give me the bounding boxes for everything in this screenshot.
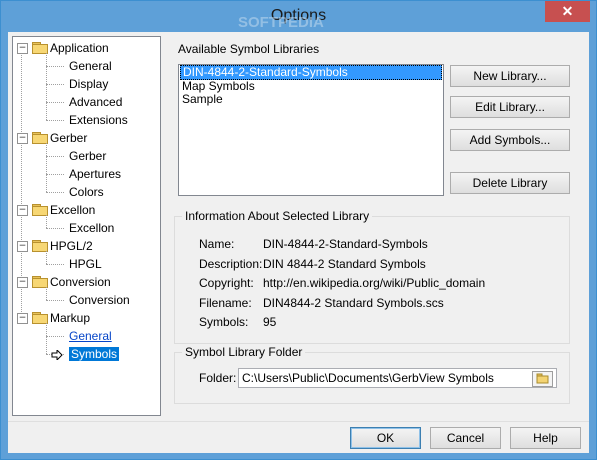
- info-field-label: Description:: [199, 256, 263, 271]
- dialog-client: − Application General Display Advanced Extens…: [8, 32, 589, 453]
- folder-icon: [32, 240, 48, 252]
- info-field-label: Symbols:: [199, 315, 249, 329]
- tree-node-0[interactable]: Application: [50, 39, 109, 57]
- folder-label: Folder:: [199, 371, 237, 385]
- ok-button[interactable]: OK: [350, 427, 421, 449]
- info-field-label: Copyright:: [199, 276, 254, 290]
- collapse-icon[interactable]: −: [17, 277, 28, 288]
- folder-icon: [32, 204, 48, 216]
- tree-node-5[interactable]: Markup: [50, 309, 90, 327]
- tree-connector: [46, 192, 64, 193]
- collapse-icon[interactable]: −: [17, 43, 28, 54]
- library-item[interactable]: Sample: [179, 93, 443, 106]
- tree-item-0-1[interactable]: Display: [69, 75, 108, 93]
- library-list[interactable]: DIN-4844-2-Standard-Symbols Map Symbols Sa…: [178, 64, 444, 196]
- tree-connector: [46, 102, 64, 103]
- folder-icon: [32, 42, 48, 54]
- add-symbols-button[interactable]: Add Symbols...: [450, 129, 570, 151]
- tree-connector: [46, 287, 47, 300]
- tree-item-label: Gerber: [69, 149, 107, 163]
- tree-item-label: Advanced: [69, 95, 123, 109]
- tree-connector: [46, 264, 64, 265]
- tree-connector: [46, 300, 64, 301]
- cancel-button[interactable]: Cancel: [430, 427, 501, 449]
- tree-item-label: Display: [69, 77, 109, 91]
- options-window: Options SOFTPEDIA ✕ − Application General D…: [0, 0, 597, 460]
- tree-connector: [46, 228, 64, 229]
- help-button[interactable]: Help: [510, 427, 581, 449]
- info-field-label: Name:: [199, 237, 235, 251]
- collapse-icon[interactable]: −: [17, 241, 28, 252]
- tree-item-label: Apertures: [69, 167, 122, 181]
- tree-item-label: General: [69, 329, 112, 343]
- info-field-value: 95: [263, 315, 277, 329]
- tree-connector: [46, 143, 47, 192]
- tree-item-label: Conversion: [69, 293, 130, 307]
- collapse-icon[interactable]: −: [17, 205, 28, 216]
- tree-item-3-0[interactable]: HPGL: [69, 255, 102, 273]
- tree-node-4[interactable]: Conversion: [50, 273, 111, 291]
- tree-connector: [46, 120, 64, 121]
- info-field-label: Filename:: [199, 295, 252, 310]
- tree-item-4-0[interactable]: Conversion: [69, 291, 130, 309]
- options-tree[interactable]: − Application General Display Advanced Extens…: [12, 36, 161, 416]
- tree-item-label: Excellon: [69, 221, 115, 235]
- tree-item-5-1[interactable]: Symbols: [69, 345, 120, 363]
- tree-item-5-0[interactable]: General: [69, 327, 112, 345]
- collapse-icon[interactable]: −: [17, 313, 28, 324]
- tree-item-label: General: [69, 59, 112, 73]
- tree-connector: [46, 215, 47, 228]
- watermark: SOFTPEDIA: [238, 14, 324, 31]
- browse-folder-button[interactable]: [532, 371, 553, 387]
- tree-item-1-1[interactable]: Apertures: [69, 165, 121, 183]
- collapse-icon[interactable]: −: [17, 133, 28, 144]
- folder-icon: [32, 312, 48, 324]
- libraries-label: Available Symbol Libraries: [178, 42, 320, 56]
- delete-library-button[interactable]: Delete Library: [450, 172, 570, 194]
- tree-item-2-0[interactable]: Excellon: [69, 219, 114, 237]
- tree-item-0-0[interactable]: General: [69, 57, 112, 75]
- tree-item-label: HPGL: [69, 257, 102, 271]
- tree-connector: [46, 336, 64, 337]
- tree-connector: [46, 174, 64, 175]
- library-info-group: Information About Selected Library Name:…: [174, 209, 570, 344]
- info-field-value: DIN-4844-2-Standard-Symbols: [263, 237, 428, 251]
- library-item[interactable]: DIN-4844-2-Standard-Symbols: [180, 65, 442, 80]
- close-button[interactable]: ✕: [545, 1, 590, 22]
- tree-item-label: Colors: [69, 185, 104, 199]
- arrow-right-icon: [51, 348, 63, 363]
- tree-item-label: Symbols: [69, 347, 120, 361]
- info-field-value: http://en.wikipedia.org/wiki/Public_doma…: [263, 276, 486, 290]
- folder-field[interactable]: C:\Users\Public\Documents\GerbView Symbo…: [238, 368, 557, 388]
- tree-connector: [46, 323, 47, 354]
- tree-node-2[interactable]: Excellon: [50, 201, 95, 219]
- title-bar[interactable]: Options SOFTPEDIA ✕: [1, 1, 596, 32]
- tree-node-3[interactable]: HPGL/2: [50, 237, 93, 255]
- tree-item-0-2[interactable]: Advanced: [69, 93, 122, 111]
- folder-icon: [32, 132, 48, 144]
- folder-value: C:\Users\Public\Documents\GerbView Symbo…: [242, 371, 494, 385]
- tree-item-0-3[interactable]: Extensions: [69, 111, 128, 129]
- folder-group-label: Symbol Library Folder: [182, 345, 306, 359]
- folder-group: Symbol Library Folder Folder: C:\Users\P…: [174, 345, 570, 404]
- tree-node-1[interactable]: Gerber: [50, 129, 87, 147]
- new-library-button[interactable]: New Library...: [450, 65, 570, 87]
- dialog-footer: OK Cancel Help: [8, 421, 589, 453]
- folder-browse-icon: [536, 373, 549, 384]
- tree-item-1-0[interactable]: Gerber: [69, 147, 106, 165]
- info-field-value: DIN4844-2 Standard Symbols.scs: [263, 295, 444, 310]
- info-field-value: DIN 4844-2 Standard Symbols: [263, 256, 426, 271]
- folder-icon: [32, 276, 48, 288]
- tree-connector: [46, 251, 47, 264]
- tree-connector: [46, 84, 64, 85]
- edit-library-button[interactable]: Edit Library...: [450, 96, 570, 118]
- tree-item-1-2[interactable]: Colors: [69, 183, 104, 201]
- tree-connector: [46, 156, 64, 157]
- tree-item-label: Extensions: [69, 113, 128, 127]
- tree-connector: [21, 43, 22, 316]
- tree-connector: [46, 53, 47, 120]
- library-info-label: Information About Selected Library: [182, 209, 373, 223]
- tree-connector: [46, 66, 64, 67]
